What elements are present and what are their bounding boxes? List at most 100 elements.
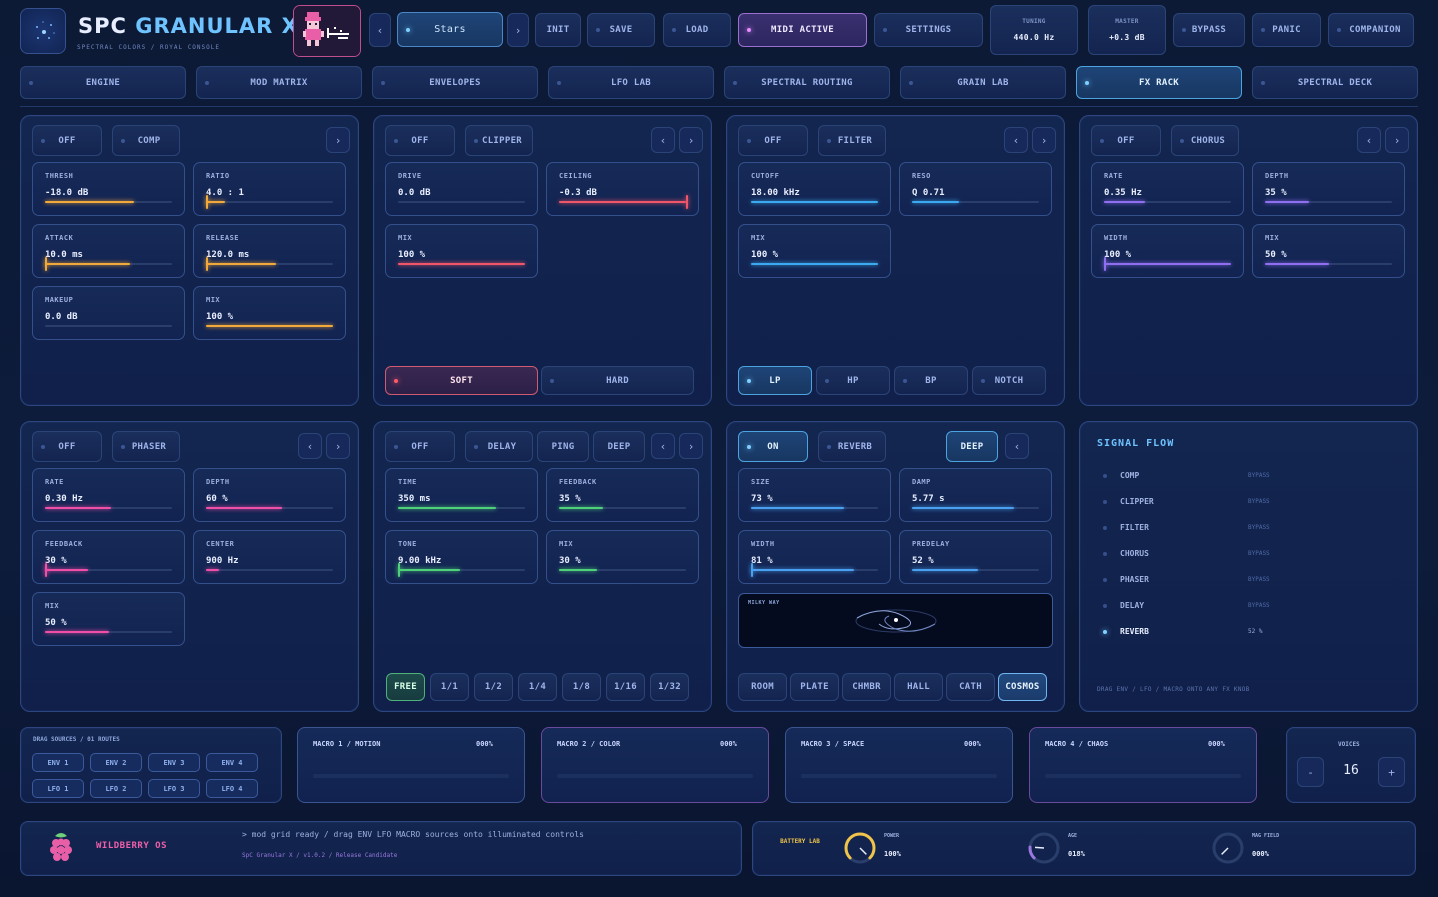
- tab-grain-lab[interactable]: GRAIN LAB: [900, 66, 1066, 99]
- delay-sync-1-1-button[interactable]: 1/1: [430, 673, 469, 701]
- bypass-button[interactable]: BYPASS: [1173, 13, 1245, 47]
- macro-1-knob[interactable]: MACRO 1 / MOTION 000%: [297, 727, 525, 803]
- source-chip-lfo-3[interactable]: LFO 3: [148, 779, 200, 798]
- param-track[interactable]: [751, 507, 878, 509]
- filter-mode-hp-button[interactable]: HP: [816, 366, 890, 395]
- tab-fx-rack[interactable]: FX RACK: [1076, 66, 1242, 99]
- delay-sync-1-4-button[interactable]: 1/4: [518, 673, 557, 701]
- filter-mode-bp-button[interactable]: BP: [894, 366, 968, 395]
- mod-handle-icon[interactable]: [206, 257, 208, 271]
- param-track[interactable]: [559, 569, 686, 571]
- delay-ping-button[interactable]: PING: [537, 431, 589, 462]
- preset-prev-button[interactable]: ‹: [369, 13, 391, 47]
- filter-mode-notch-button[interactable]: NOTCH: [972, 366, 1046, 395]
- param-track[interactable]: [912, 201, 1039, 203]
- gauge-dial-icon[interactable]: [1210, 830, 1246, 866]
- tab-spectral-routing[interactable]: SPECTRAL ROUTING: [724, 66, 890, 99]
- mod-handle-icon[interactable]: [751, 563, 753, 577]
- phaser-prev-button[interactable]: ‹: [298, 433, 322, 459]
- chorus-width-control[interactable]: WIDTH 100 %: [1091, 224, 1244, 278]
- phaser-depth-control[interactable]: DEPTH 60 %: [193, 468, 346, 522]
- signal-flow-row-phaser[interactable]: PHASER BYPASS: [1080, 572, 1380, 588]
- chorus-next-button[interactable]: ›: [1385, 127, 1409, 153]
- tab-engine[interactable]: ENGINE: [20, 66, 186, 99]
- param-track[interactable]: [206, 325, 333, 327]
- param-track[interactable]: [912, 507, 1039, 509]
- phaser-toggle-button[interactable]: OFF: [32, 431, 102, 462]
- comp-ratio-control[interactable]: RATIO 4.0 : 1: [193, 162, 346, 216]
- mod-handle-icon[interactable]: [45, 257, 47, 271]
- param-track[interactable]: [1265, 201, 1392, 203]
- delay-time-control[interactable]: TIME 350 ms: [385, 468, 538, 522]
- param-track[interactable]: [45, 631, 172, 633]
- delay-name-button[interactable]: DELAY: [465, 431, 533, 462]
- chorus-prev-button[interactable]: ‹: [1357, 127, 1381, 153]
- reverb-size-control[interactable]: SIZE 73 %: [738, 468, 891, 522]
- filter-toggle-button[interactable]: OFF: [738, 125, 808, 156]
- signal-flow-row-reverb[interactable]: REVERB 52 %: [1080, 624, 1380, 640]
- save-button[interactable]: SAVE: [587, 13, 655, 47]
- param-track[interactable]: [398, 507, 525, 509]
- param-track[interactable]: [1265, 263, 1392, 265]
- reverb-damp-control[interactable]: DAMP 5.77 s: [899, 468, 1052, 522]
- param-track[interactable]: [751, 201, 878, 203]
- clipper-mode-soft-button[interactable]: SOFT: [385, 366, 538, 395]
- mod-handle-icon[interactable]: [45, 563, 47, 577]
- reverb-width-control[interactable]: WIDTH 81 %: [738, 530, 891, 584]
- signal-flow-row-comp[interactable]: COMP BYPASS: [1080, 468, 1380, 484]
- reverb-deep-button[interactable]: DEEP: [946, 431, 998, 462]
- macro-4-knob[interactable]: MACRO 4 / CHAOS 000%: [1029, 727, 1257, 803]
- comp-mix-control[interactable]: MIX 100 %: [193, 286, 346, 340]
- delay-next-button[interactable]: ›: [679, 433, 703, 459]
- macro-3-knob[interactable]: MACRO 3 / SPACE 000%: [785, 727, 1013, 803]
- mod-handle-icon[interactable]: [686, 195, 688, 209]
- delay-prev-button[interactable]: ‹: [651, 433, 675, 459]
- tuning-display[interactable]: TUNING 440.0 Hz: [990, 5, 1078, 55]
- reverb-mode-hall-button[interactable]: HALL: [894, 673, 943, 701]
- tab-spectral-deck[interactable]: SPECTRAL DECK: [1252, 66, 1418, 99]
- comp-name-button[interactable]: COMP: [112, 125, 180, 156]
- param-track[interactable]: [45, 257, 172, 271]
- chorus-depth-control[interactable]: DEPTH 35 %: [1252, 162, 1405, 216]
- source-chip-env-1[interactable]: ENV 1: [32, 753, 84, 772]
- gauge-dial-icon[interactable]: [842, 830, 878, 866]
- clipper-toggle-button[interactable]: OFF: [385, 125, 455, 156]
- param-track[interactable]: [45, 563, 172, 577]
- filter-mode-lp-button[interactable]: LP: [738, 366, 812, 395]
- param-track[interactable]: [206, 257, 333, 271]
- chorus-toggle-button[interactable]: OFF: [1091, 125, 1161, 156]
- phaser-feedback-control[interactable]: FEEDBACK 30 %: [32, 530, 185, 584]
- param-track[interactable]: [206, 569, 333, 571]
- reverb-mode-cosmos-button[interactable]: COSMOS: [998, 673, 1047, 701]
- delay-feedback-control[interactable]: FEEDBACK 35 %: [546, 468, 699, 522]
- phaser-center-control[interactable]: CENTER 900 Hz: [193, 530, 346, 584]
- clipper-prev-button[interactable]: ‹: [651, 127, 675, 153]
- chorus-mix-control[interactable]: MIX 50 %: [1252, 224, 1405, 278]
- reverb-name-button[interactable]: REVERB: [818, 431, 886, 462]
- filter-next-button[interactable]: ›: [1032, 127, 1056, 153]
- tab-mod-matrix[interactable]: MOD MATRIX: [196, 66, 362, 99]
- comp-toggle-button[interactable]: OFF: [32, 125, 102, 156]
- filter-name-button[interactable]: FILTER: [818, 125, 886, 156]
- phaser-mix-control[interactable]: MIX 50 %: [32, 592, 185, 646]
- comp-makeup-control[interactable]: MAKEUP 0.0 dB: [32, 286, 185, 340]
- reverb-mode-chmbr-button[interactable]: CHMBR: [842, 673, 891, 701]
- macro-track[interactable]: [801, 774, 997, 778]
- reverb-mode-room-button[interactable]: ROOM: [738, 673, 787, 701]
- comp-next-button[interactable]: ›: [326, 127, 350, 153]
- macro-track[interactable]: [1045, 774, 1241, 778]
- param-track[interactable]: [559, 507, 686, 509]
- param-track[interactable]: [206, 195, 333, 209]
- delay-toggle-button[interactable]: OFF: [385, 431, 455, 462]
- clipper-next-button[interactable]: ›: [679, 127, 703, 153]
- signal-flow-row-chorus[interactable]: CHORUS BYPASS: [1080, 546, 1380, 562]
- param-track[interactable]: [45, 201, 172, 203]
- reverb-predelay-control[interactable]: PREDELAY 52 %: [899, 530, 1052, 584]
- clipper-mix-control[interactable]: MIX 100 %: [385, 224, 538, 278]
- comp-thresh-control[interactable]: THRESH -18.0 dB: [32, 162, 185, 216]
- param-track[interactable]: [45, 325, 172, 327]
- macro-track[interactable]: [557, 774, 753, 778]
- source-chip-lfo-2[interactable]: LFO 2: [90, 779, 142, 798]
- param-track[interactable]: [1104, 257, 1231, 271]
- param-track[interactable]: [398, 201, 525, 203]
